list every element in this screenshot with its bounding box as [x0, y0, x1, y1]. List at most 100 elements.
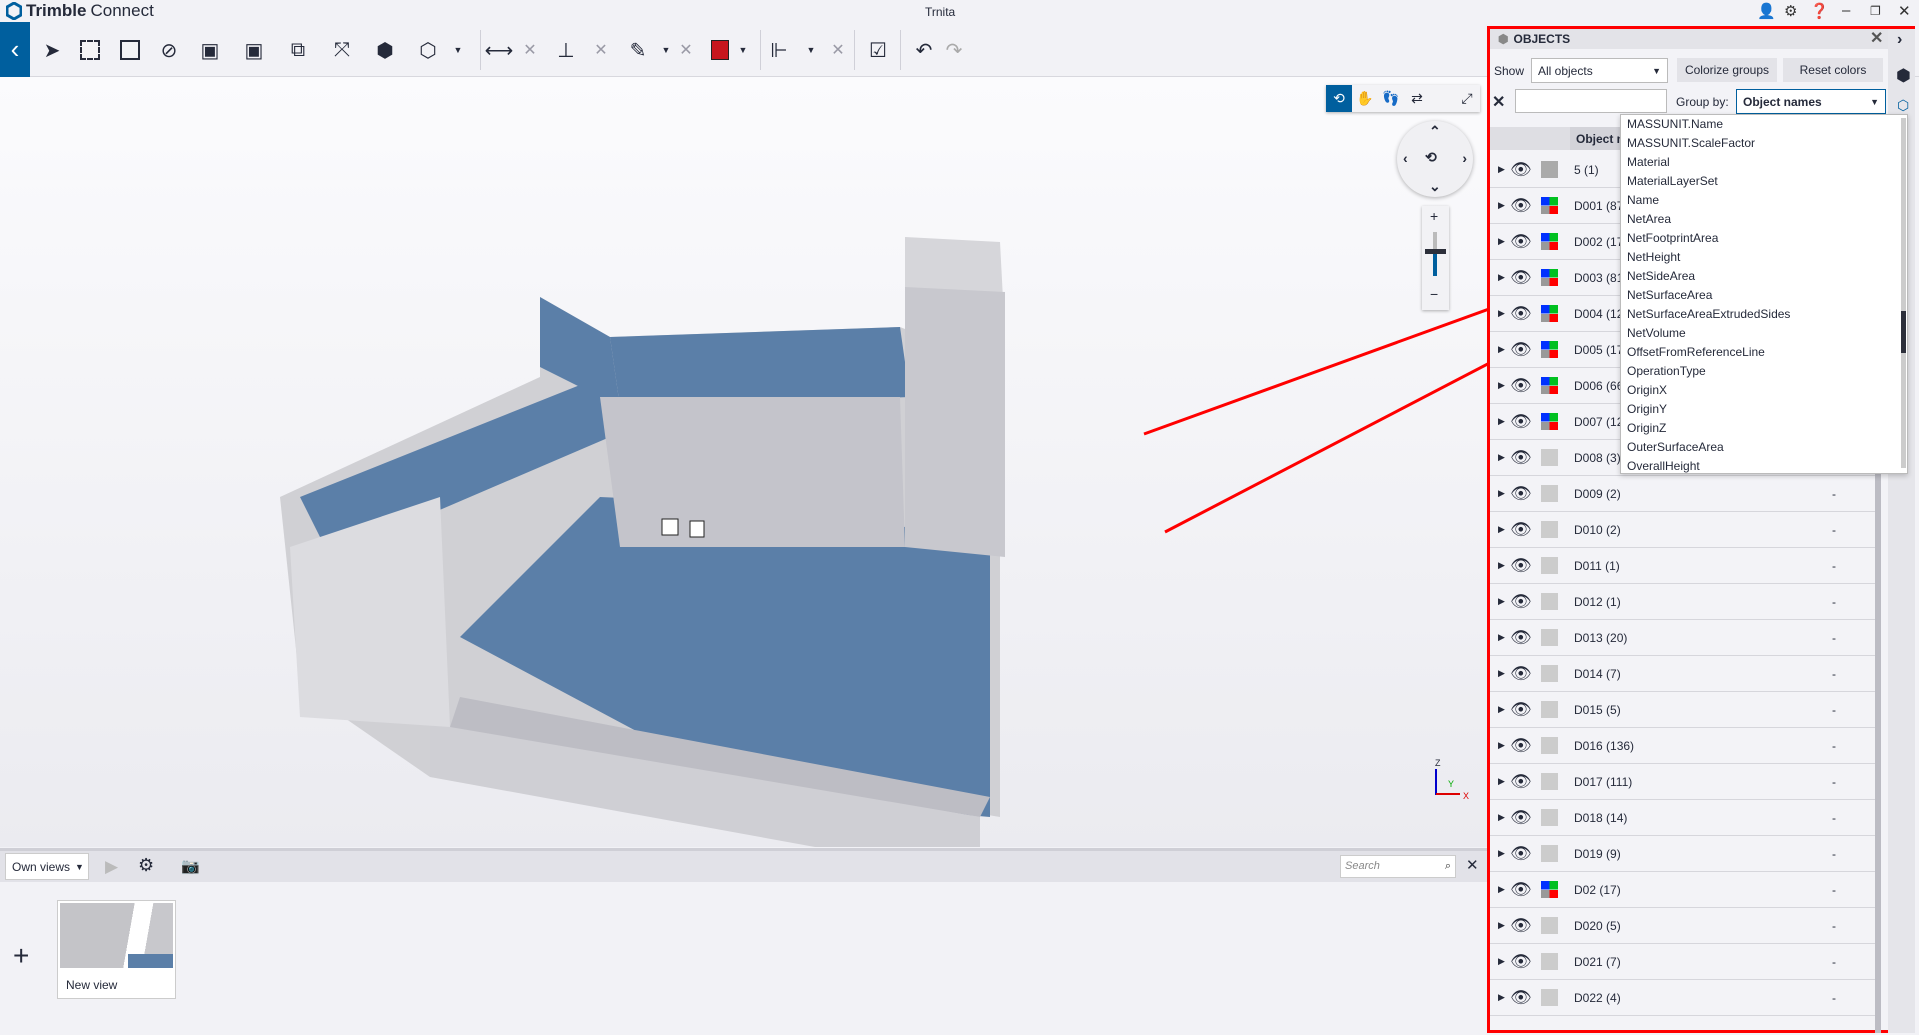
- hide-icon[interactable]: ⊘: [155, 36, 183, 64]
- isolate-icon[interactable]: ▣: [196, 36, 224, 64]
- eye-icon[interactable]: 👁: [1510, 952, 1532, 972]
- zoom-slider[interactable]: + −: [1422, 206, 1449, 310]
- measure-vertical-icon[interactable]: ⊥: [552, 36, 580, 64]
- colorize-groups-button[interactable]: Colorize groups: [1677, 58, 1777, 82]
- select-pointer-icon[interactable]: ➤: [38, 36, 66, 64]
- dropdown-option[interactable]: NetSideArea: [1621, 267, 1907, 286]
- model-cube-icon[interactable]: ⬡: [1897, 97, 1909, 114]
- dropdown-option[interactable]: NetHeight: [1621, 248, 1907, 267]
- chevron-down-icon[interactable]: ▼: [729, 36, 757, 64]
- views-search-input[interactable]: Search ⌕: [1340, 855, 1456, 878]
- expand-triangle-icon[interactable]: ▶: [1498, 236, 1505, 247]
- table-row[interactable]: ▶ 👁 D011 (1) -: [1490, 548, 1875, 584]
- view-cube-icon[interactable]: ⬡: [414, 36, 442, 64]
- 3d-viewport[interactable]: [0, 77, 1487, 877]
- table-row[interactable]: ▶ 👁 D013 (20) -: [1490, 620, 1875, 656]
- expand-triangle-icon[interactable]: ▶: [1498, 632, 1505, 643]
- maximize-button[interactable]: ❐: [1870, 4, 1881, 18]
- expand-triangle-icon[interactable]: ▶: [1498, 416, 1505, 427]
- dropdown-option[interactable]: OriginZ: [1621, 419, 1907, 438]
- eye-icon[interactable]: 👁: [1510, 808, 1532, 828]
- eye-icon[interactable]: 👁: [1510, 268, 1532, 288]
- close-views-icon[interactable]: ✕: [1466, 856, 1479, 874]
- dropdown-option[interactable]: Material: [1621, 153, 1907, 172]
- dropdown-option[interactable]: NetVolume: [1621, 324, 1907, 343]
- expand-triangle-icon[interactable]: ▶: [1498, 992, 1505, 1003]
- add-todo-icon[interactable]: ☑: [864, 36, 892, 64]
- back-button[interactable]: ‹: [0, 22, 30, 77]
- eye-icon[interactable]: 👁: [1510, 880, 1532, 900]
- section-plane-icon[interactable]: ⊩: [765, 36, 793, 64]
- camera-icon[interactable]: 📷: [181, 857, 200, 875]
- expand-triangle-icon[interactable]: ▶: [1498, 200, 1505, 211]
- user-icon[interactable]: 👤: [1757, 2, 1776, 20]
- fit-to-view-icon[interactable]: ⤧: [328, 36, 356, 64]
- own-views-dropdown[interactable]: Own views ▼: [5, 853, 89, 880]
- table-row[interactable]: ▶ 👁 D012 (1) -: [1490, 584, 1875, 620]
- chevron-down-icon[interactable]: ⌄: [1429, 178, 1441, 195]
- expand-triangle-icon[interactable]: ▶: [1498, 380, 1505, 391]
- close-panel-icon[interactable]: ✕: [1870, 28, 1883, 48]
- zoom-slider-handle[interactable]: [1425, 249, 1446, 254]
- eye-icon[interactable]: 👁: [1510, 844, 1532, 864]
- select-nodes-icon[interactable]: [116, 36, 144, 64]
- table-row[interactable]: ▶ 👁 D016 (136) -: [1490, 728, 1875, 764]
- table-row[interactable]: ▶ 👁 D02 (17) -: [1490, 872, 1875, 908]
- dropdown-option[interactable]: NetSurfaceAreaExtrudedSides: [1621, 305, 1907, 324]
- expand-triangle-icon[interactable]: ▶: [1498, 164, 1505, 175]
- pencil-icon[interactable]: ✎: [624, 36, 652, 64]
- dropdown-option[interactable]: MaterialLayerSet: [1621, 172, 1907, 191]
- clear-measure-icon[interactable]: ✕: [516, 36, 544, 64]
- object-cube-icon[interactable]: ⬢: [1896, 66, 1911, 86]
- chevron-down-icon[interactable]: ▼: [444, 36, 472, 64]
- zoom-in-icon[interactable]: +: [1430, 208, 1438, 224]
- eye-icon[interactable]: 👁: [1510, 736, 1532, 756]
- reset-colors-button[interactable]: Reset colors: [1783, 58, 1883, 82]
- clear-filter-icon[interactable]: ✕: [1492, 92, 1505, 112]
- dropdown-option[interactable]: OriginX: [1621, 381, 1907, 400]
- measure-icon[interactable]: ⟷: [485, 36, 514, 64]
- expand-triangle-icon[interactable]: ▶: [1498, 884, 1505, 895]
- eye-icon[interactable]: 👁: [1510, 196, 1532, 216]
- dropdown-option[interactable]: NetSurfaceArea: [1621, 286, 1907, 305]
- dropdown-option[interactable]: MASSUNIT.ScaleFactor: [1621, 134, 1907, 153]
- pan-hand-icon[interactable]: ✋: [1352, 85, 1378, 112]
- eye-icon[interactable]: 👁: [1510, 700, 1532, 720]
- eye-icon[interactable]: 👁: [1510, 664, 1532, 684]
- eye-icon[interactable]: 👁: [1510, 484, 1532, 504]
- expand-triangle-icon[interactable]: ▶: [1498, 848, 1505, 859]
- gear-icon[interactable]: ⚙: [1784, 2, 1797, 20]
- table-row[interactable]: ▶ 👁 D018 (14) -: [1490, 800, 1875, 836]
- clear-vertical-icon[interactable]: ✕: [587, 36, 615, 64]
- eye-icon[interactable]: 👁: [1510, 628, 1532, 648]
- help-icon[interactable]: ❓: [1810, 2, 1829, 20]
- redo-icon[interactable]: ↷: [940, 36, 968, 64]
- table-row[interactable]: ▶ 👁 D010 (2) -: [1490, 512, 1875, 548]
- expand-triangle-icon[interactable]: ▶: [1498, 452, 1505, 463]
- dropdown-option[interactable]: OverallHeight: [1621, 457, 1907, 476]
- clear-markup-icon[interactable]: ✕: [672, 36, 700, 64]
- settings-gear-icon[interactable]: ⚙: [138, 855, 154, 876]
- eye-icon[interactable]: 👁: [1510, 988, 1532, 1008]
- filter-input[interactable]: [1515, 89, 1667, 113]
- table-row[interactable]: ▶ 👁 D019 (9) -: [1490, 836, 1875, 872]
- play-icon[interactable]: ▶: [105, 857, 118, 877]
- table-row[interactable]: ▶ 👁 D014 (7) -: [1490, 656, 1875, 692]
- view-card[interactable]: New view: [57, 900, 176, 999]
- orbit-icon[interactable]: ⟲: [1326, 85, 1352, 112]
- eye-icon[interactable]: 👁: [1510, 304, 1532, 324]
- dropdown-option[interactable]: NetArea: [1621, 210, 1907, 229]
- expand-triangle-icon[interactable]: ▶: [1498, 740, 1505, 751]
- dropdown-scrollbar[interactable]: [1901, 118, 1906, 468]
- dropdown-option[interactable]: OperationType: [1621, 362, 1907, 381]
- clip-object-icon[interactable]: ⬢: [371, 36, 399, 64]
- dropdown-option[interactable]: OffsetFromReferenceLine: [1621, 343, 1907, 362]
- show-select[interactable]: All objects ▼: [1531, 58, 1668, 83]
- show-only-icon[interactable]: ▣: [240, 36, 268, 64]
- expand-triangle-icon[interactable]: ▶: [1498, 704, 1505, 715]
- table-row[interactable]: ▶ 👁 D017 (111) -: [1490, 764, 1875, 800]
- swap-icon[interactable]: ⇄: [1404, 85, 1430, 112]
- box-select-icon[interactable]: [76, 36, 104, 64]
- eye-icon[interactable]: 👁: [1510, 160, 1532, 180]
- table-row[interactable]: ▶ 👁 D020 (5) -: [1490, 908, 1875, 944]
